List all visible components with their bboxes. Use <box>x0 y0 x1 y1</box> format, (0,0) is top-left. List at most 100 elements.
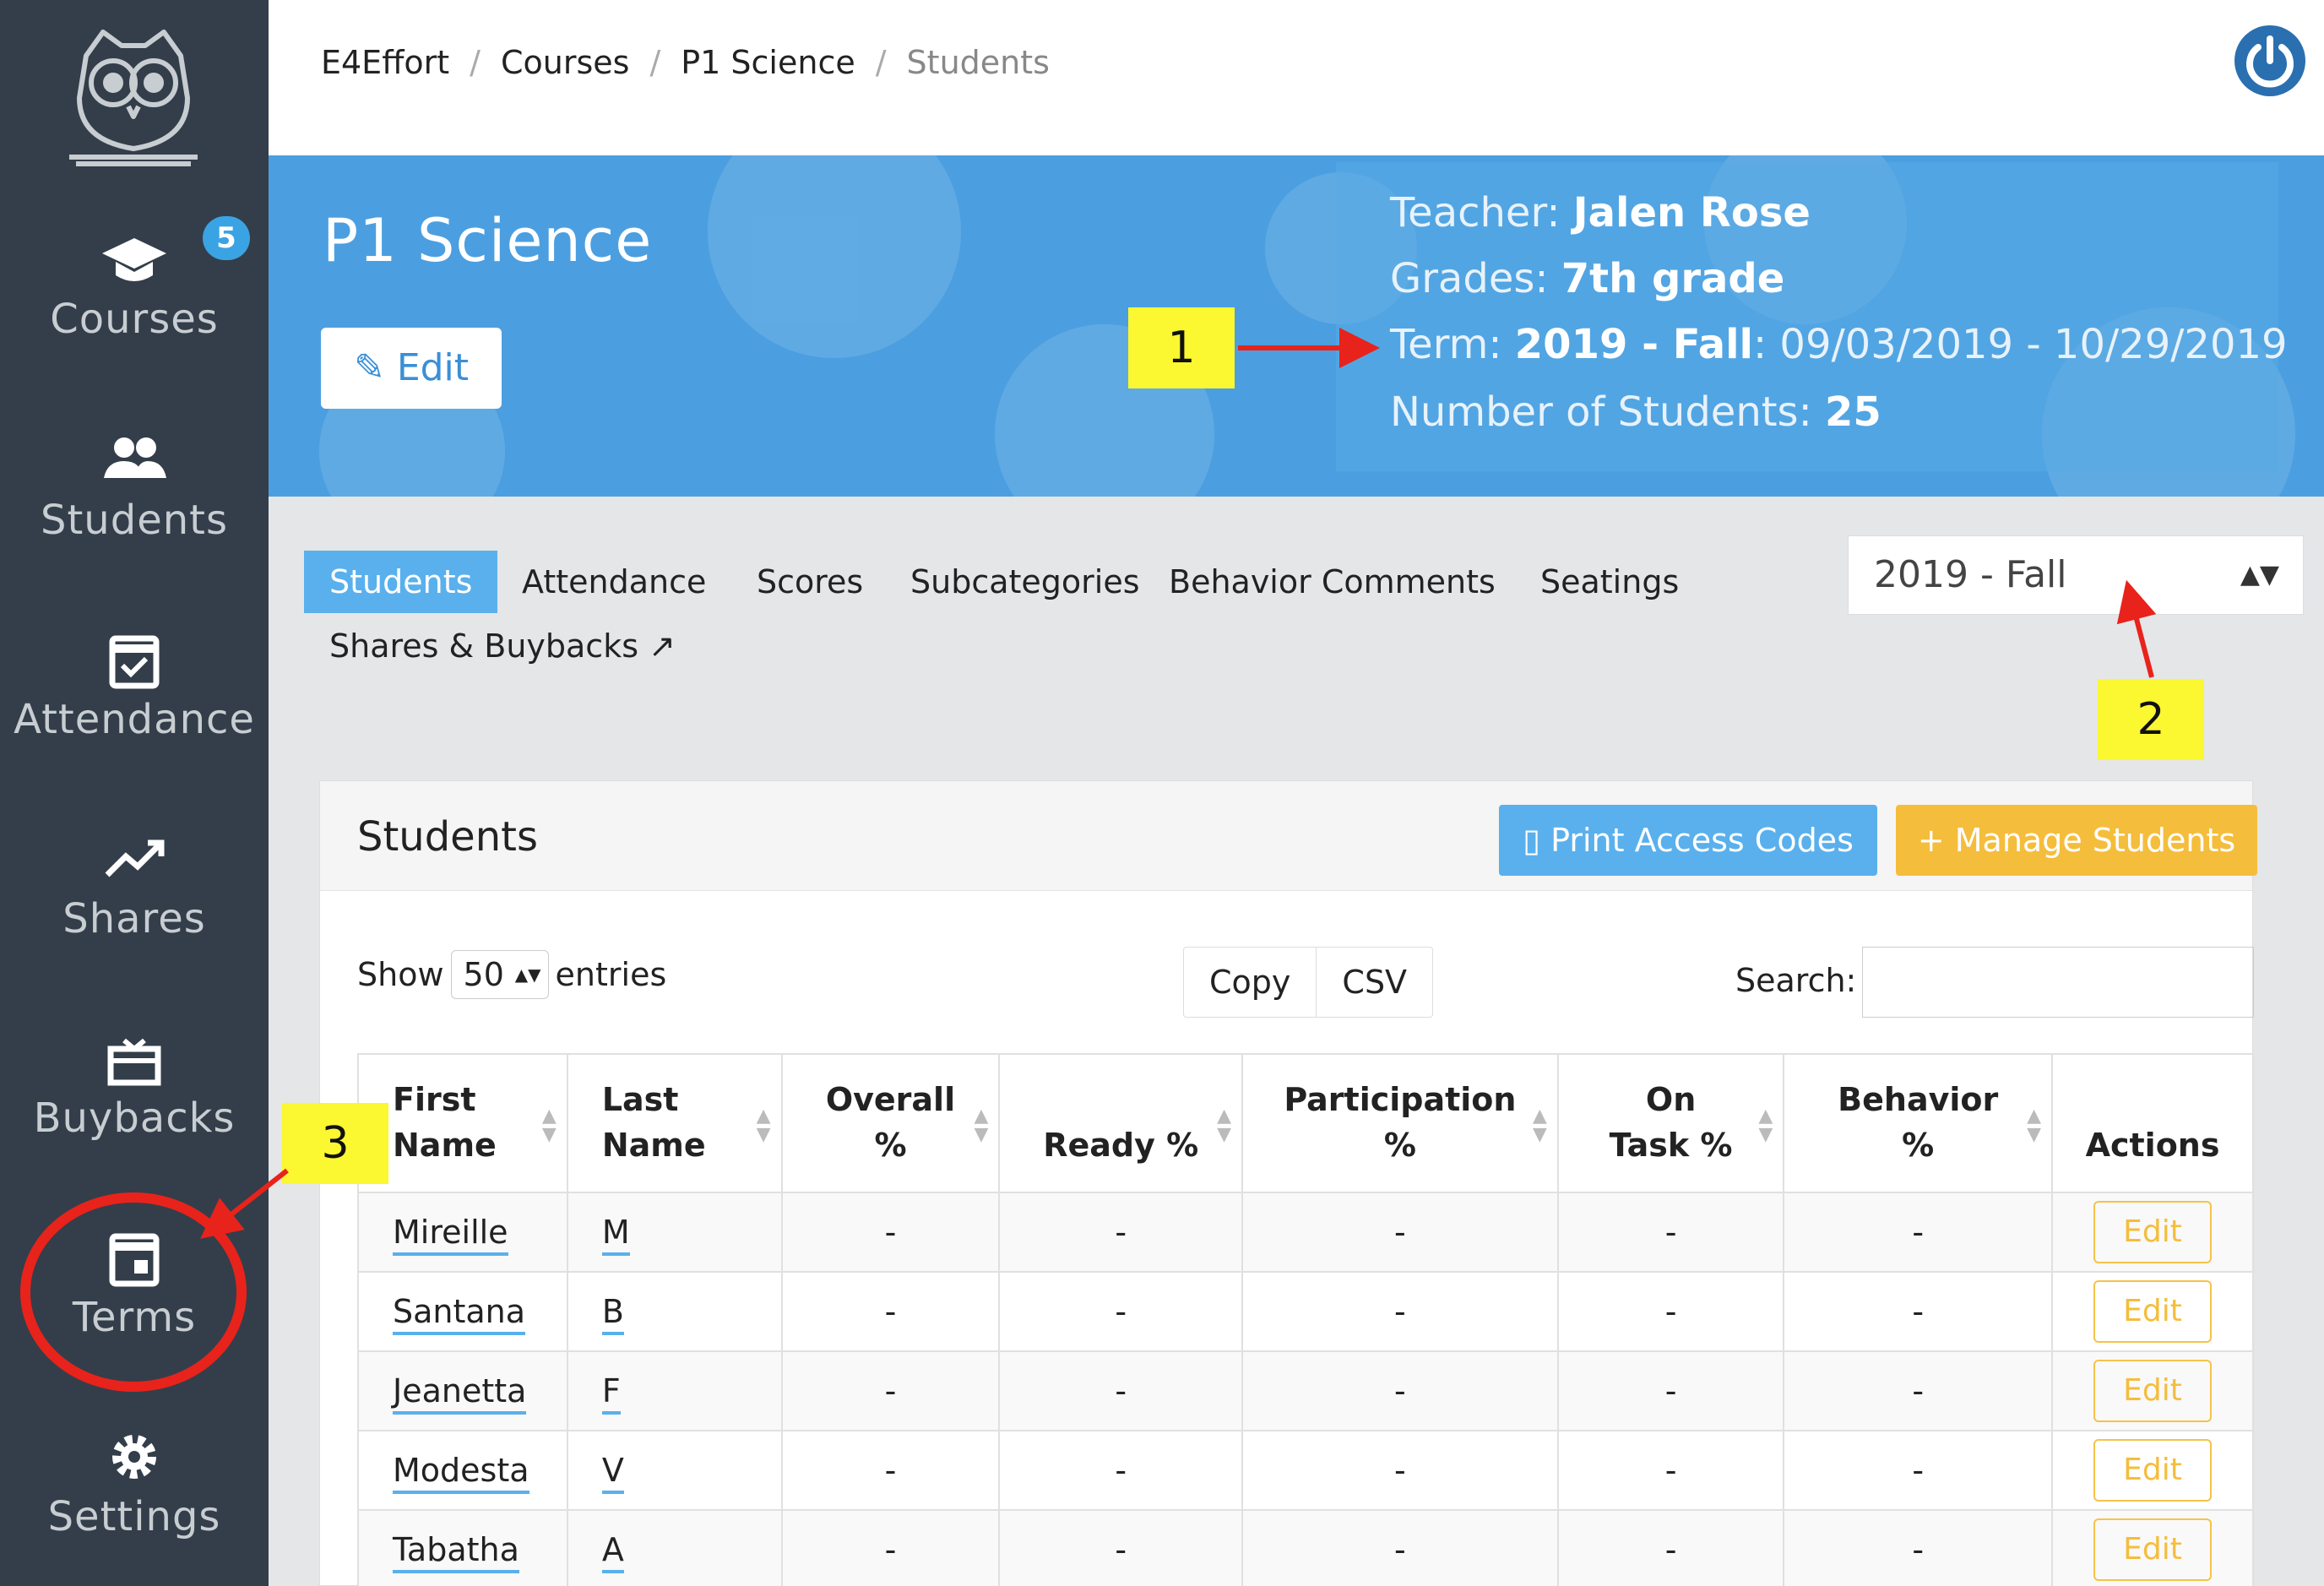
annotation-label-2: 2 <box>2098 679 2204 760</box>
search-input[interactable] <box>1862 947 2254 1018</box>
first-name-cell[interactable]: Modesta <box>357 1430 568 1511</box>
overall-cell: - <box>780 1192 1001 1273</box>
tab-shares-buybacks-label: Shares & Buybacks <box>329 627 638 665</box>
tab-seatings[interactable]: Seatings <box>1515 551 1704 613</box>
row-edit-button[interactable]: Edit <box>2093 1439 2213 1502</box>
pdf-file-icon: ▯ <box>1523 822 1541 859</box>
grades-value: 7th grade <box>1561 255 1785 302</box>
graduation-cap-icon <box>102 238 166 281</box>
annotation-label-3: 3 <box>282 1103 388 1184</box>
last-name-cell[interactable]: V <box>566 1430 783 1511</box>
print-access-codes-label: Print Access Codes <box>1550 822 1854 859</box>
export-buttons: Copy CSV <box>1183 947 1434 1018</box>
row-edit-button[interactable]: Edit <box>2093 1360 2213 1422</box>
table-row: Modesta V - - - - - Edit <box>357 1430 2254 1511</box>
last-name-cell[interactable]: F <box>566 1350 783 1431</box>
column-participation[interactable]: Participation% ▲ ▼ <box>1241 1053 1559 1193</box>
sidebar-item-buybacks[interactable]: Buybacks <box>0 1029 269 1198</box>
breadcrumb-current: Students <box>906 44 1050 81</box>
sidebar-item-label: Terms <box>72 1294 197 1341</box>
tab-subcategories[interactable]: Subcategories <box>885 551 1165 613</box>
sort-icon: ▲ ▼ <box>2027 1105 2042 1145</box>
on-task-cell: - <box>1556 1509 1785 1586</box>
grades-row: Grades: 7th grade <box>1390 255 1784 302</box>
breadcrumb-course-link[interactable]: P1 Science <box>681 44 855 81</box>
ready-cell: - <box>998 1430 1243 1511</box>
participation-cell: - <box>1241 1350 1559 1431</box>
entries-label: entries <box>555 956 667 993</box>
app-window: 5 Courses Students Attendance Shares Buy… <box>0 0 2324 1586</box>
page-length-select[interactable]: 50 ▲▼ <box>450 950 549 999</box>
edit-course-button[interactable]: ✎ Edit <box>321 328 502 409</box>
csv-button[interactable]: CSV <box>1316 948 1432 1017</box>
select-arrows-icon: ▲▼ <box>514 964 541 985</box>
main-content: Students ▯ Print Access Codes + Manage S… <box>269 728 2324 1586</box>
sidebar-item-students[interactable]: Students <box>0 431 269 600</box>
last-name-cell[interactable]: M <box>566 1192 783 1273</box>
card-title: Students <box>357 813 538 861</box>
column-behavior[interactable]: Behavior% ▲ ▼ <box>1783 1053 2054 1193</box>
ready-cell: - <box>998 1509 1243 1586</box>
actions-cell: Edit <box>2051 1350 2254 1431</box>
sidebar-item-courses[interactable]: Courses <box>0 230 269 399</box>
column-ready[interactable]: Ready % ▲ ▼ <box>998 1053 1243 1193</box>
sidebar-item-label: Buybacks <box>33 1094 236 1142</box>
course-tabs: Students Attendance Scores Subcategories… <box>269 497 2324 728</box>
last-name-cell[interactable]: A <box>566 1509 783 1586</box>
breadcrumb-home-link[interactable]: E4Effort <box>321 44 449 81</box>
print-access-codes-button[interactable]: ▯ Print Access Codes <box>1499 805 1877 876</box>
first-name-cell[interactable]: Mireille <box>357 1192 568 1273</box>
sidebar: 5 Courses Students Attendance Shares Buy… <box>0 0 269 1586</box>
students-card: Students ▯ Print Access Codes + Manage S… <box>319 780 2257 1586</box>
tab-shares-buybacks[interactable]: Shares & Buybacks ↗ <box>304 615 701 677</box>
row-edit-button[interactable]: Edit <box>2093 1280 2213 1343</box>
show-label: Show <box>357 956 444 993</box>
tab-behavior-comments[interactable]: Behavior Comments <box>1143 551 1521 613</box>
column-last-name[interactable]: Last Name ▲ ▼ <box>566 1053 783 1193</box>
breadcrumb-courses-link[interactable]: Courses <box>501 44 629 81</box>
sidebar-item-terms[interactable]: Terms <box>0 1228 269 1397</box>
power-icon <box>2246 35 2294 88</box>
grades-label: Grades: <box>1390 255 1561 302</box>
last-name-cell[interactable]: B <box>566 1271 783 1352</box>
row-edit-button[interactable]: Edit <box>2093 1201 2213 1263</box>
first-name-cell[interactable]: Santana <box>357 1271 568 1352</box>
actions-cell: Edit <box>2051 1271 2254 1352</box>
term-select-value: 2019 - Fall <box>1874 553 2067 596</box>
trend-up-icon <box>105 839 165 877</box>
sidebar-item-attendance[interactable]: Attendance <box>0 630 269 799</box>
sidebar-item-settings[interactable]: Settings <box>0 1427 269 1586</box>
sidebar-item-label: Courses <box>50 296 219 343</box>
students-table: First Name ▲ ▼ Last Name ▲ ▼ Overall% ▲ ▼ Ready … <box>357 1053 2254 1586</box>
column-on-task[interactable]: On Task % ▲ ▼ <box>1556 1053 1785 1193</box>
student-count-label: Number of Students: <box>1390 388 1825 436</box>
sidebar-item-shares[interactable]: Shares <box>0 829 269 998</box>
first-name-cell[interactable]: Jeanetta <box>357 1350 568 1431</box>
first-name-cell[interactable]: Tabatha <box>357 1509 568 1586</box>
column-overall[interactable]: Overall% ▲ ▼ <box>780 1053 1001 1193</box>
row-edit-button[interactable]: Edit <box>2093 1518 2213 1581</box>
search-label: Search: <box>1735 962 1857 999</box>
power-button[interactable] <box>2234 25 2305 96</box>
teacher-row: Teacher: Jalen Rose <box>1390 189 1811 236</box>
tab-scores[interactable]: Scores <box>731 551 888 613</box>
manage-students-button[interactable]: + Manage Students <box>1896 805 2257 876</box>
sidebar-item-label: Settings <box>47 1493 221 1540</box>
term-row: Term: 2019 - Fall: 09/03/2019 - 10/29/20… <box>1390 321 2288 368</box>
sort-icon: ▲ ▼ <box>1758 1105 1773 1145</box>
table-row: Mireille M - - - - - Edit <box>357 1192 2254 1273</box>
tab-attendance[interactable]: Attendance <box>497 551 731 613</box>
column-first-name[interactable]: First Name ▲ ▼ <box>357 1053 568 1193</box>
participation-cell: - <box>1241 1192 1559 1273</box>
term-select[interactable]: 2019 - Fall ▲▼ <box>1848 535 2304 615</box>
page-length-control: Show 50 ▲▼ entries <box>357 950 666 999</box>
table-row: Santana B - - - - - Edit <box>357 1271 2254 1352</box>
tab-students[interactable]: Students <box>304 551 498 613</box>
calendar-check-icon <box>109 635 160 689</box>
overall-cell: - <box>780 1271 1001 1352</box>
on-task-cell: - <box>1556 1430 1785 1511</box>
copy-button[interactable]: Copy <box>1184 948 1316 1017</box>
term-value: 2019 - Fall <box>1514 321 1753 368</box>
page-length-value: 50 <box>463 956 504 993</box>
owl-logo-icon[interactable] <box>69 22 198 167</box>
